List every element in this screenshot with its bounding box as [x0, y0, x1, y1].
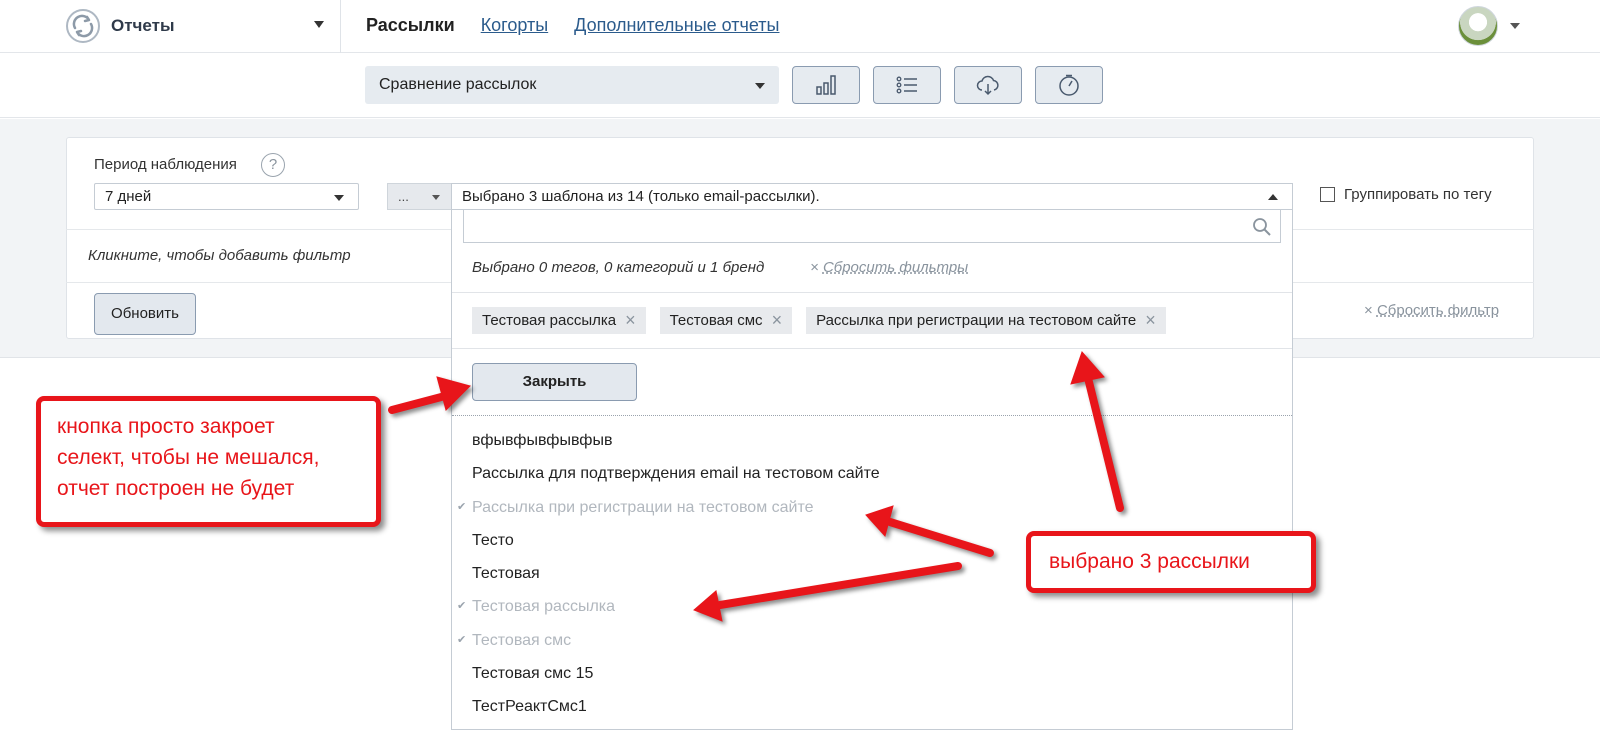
add-filter-link[interactable]: Кликните, чтобы добавить фильтр	[88, 247, 351, 264]
chevron-down-icon	[755, 83, 765, 89]
report-type-select[interactable]: Сравнение рассылок	[365, 66, 779, 104]
divider	[452, 292, 1292, 293]
divider	[66, 229, 451, 230]
selected-chip: Тестовая рассылка ×	[472, 307, 646, 334]
reset-filter-link[interactable]: × Сбросить фильтр	[1364, 302, 1499, 319]
checkbox-icon[interactable]	[1320, 187, 1335, 202]
option-item[interactable]: Рассылка для подтверждения email на тест…	[452, 457, 1292, 490]
table-view-button[interactable]	[873, 66, 941, 104]
nav-divider	[340, 0, 341, 53]
close-icon[interactable]: ×	[772, 311, 783, 329]
divider	[66, 282, 451, 283]
chart-view-button[interactable]	[792, 66, 860, 104]
filter-mode-value: ...	[398, 189, 409, 204]
option-label: Тесто	[472, 531, 514, 549]
cloud-download-icon	[976, 75, 999, 96]
update-button[interactable]: Обновить	[94, 293, 196, 335]
main-nav: Рассылки Когорты Дополнительные отчеты	[366, 15, 780, 36]
divider	[1293, 282, 1534, 283]
export-button[interactable]	[954, 66, 1022, 104]
annotation-line: селект, чтобы не мешался,	[57, 446, 320, 469]
period-select[interactable]: 7 дней	[94, 183, 359, 210]
reset-filters-label: Сбросить фильтры	[822, 259, 969, 276]
option-label: Рассылка для подтверждения email на тест…	[472, 465, 880, 483]
checkmark-icon: ✔	[457, 633, 467, 646]
group-by-tag-checkbox[interactable]: Группировать по тегу	[1320, 186, 1492, 203]
clock-icon	[1059, 74, 1079, 96]
divider	[452, 348, 1292, 349]
option-label: Тестовая	[472, 565, 540, 583]
chip-label: Тестовая рассылка	[482, 312, 617, 329]
schedule-button[interactable]	[1035, 66, 1103, 104]
option-label: Рассылка при регистрации на тестовом сай…	[472, 498, 814, 516]
chip-label: Тестовая смс	[669, 312, 763, 329]
checkmark-icon: ✔	[457, 600, 467, 613]
option-item[interactable]: ТестРеактСмс1	[452, 690, 1292, 723]
report-toolbar: Сравнение рассылок	[0, 54, 1600, 118]
selection-counts: Выбрано 0 тегов, 0 категорий и 1 бренд	[472, 259, 765, 276]
multiselect-search-input[interactable]	[463, 209, 1281, 243]
checkmark-icon: ✔	[457, 500, 467, 513]
annotation-line: отчет построен не будет	[57, 477, 295, 500]
reset-filter-label: Сбросить фильтр	[1376, 302, 1500, 319]
bar-chart-icon	[816, 75, 836, 95]
group-by-tag-label: Группировать по тегу	[1344, 186, 1492, 203]
mailing-multiselect[interactable]: Выбрано 3 шаблона из 14 (только email-ра…	[451, 183, 1293, 210]
nav-item-additional-reports[interactable]: Дополнительные отчеты	[574, 15, 779, 36]
period-label: Период наблюдения	[94, 156, 237, 173]
nav-item-cohorts[interactable]: Когорты	[481, 15, 548, 36]
option-item[interactable]: Тестовая смс 15	[452, 657, 1292, 690]
option-label: Тестовая смс 15	[472, 665, 594, 683]
annotation-selected-count: выбрано 3 рассылки	[1026, 531, 1316, 593]
search-icon	[1253, 218, 1271, 236]
brand[interactable]: Отчеты	[65, 6, 175, 46]
dotted-divider	[452, 415, 1292, 416]
option-label: ТестРеактСмс1	[472, 698, 587, 716]
period-value: 7 дней	[105, 188, 152, 205]
annotation-close-button-note: кнопка просто закроет селект, чтобы не м…	[36, 396, 381, 527]
option-item[interactable]: ✔ Тестовая смс	[452, 624, 1292, 657]
avatar[interactable]	[1458, 6, 1498, 46]
close-icon[interactable]: ×	[1145, 311, 1156, 329]
option-label: Тестовая рассылка	[472, 598, 616, 616]
multiselect-summary: Выбрано 3 шаблона из 14 (только email-ра…	[462, 188, 820, 205]
top-navigation: Отчеты Рассылки Когорты Дополнительные о…	[0, 0, 1600, 53]
nav-item-mailings[interactable]: Рассылки	[366, 15, 455, 36]
option-item[interactable]: ✔ Тестовая рассылка	[452, 590, 1292, 623]
chevron-down-icon	[334, 195, 344, 201]
arrow-to-close-button	[388, 392, 449, 414]
close-icon[interactable]: ×	[625, 311, 636, 329]
filter-mode-select[interactable]: ...	[387, 183, 453, 210]
app-title: Отчеты	[111, 16, 175, 35]
divider	[1293, 229, 1534, 230]
chevron-down-icon[interactable]	[314, 21, 324, 28]
app-logo-icon	[66, 9, 100, 43]
option-label: Тестовая смс	[472, 631, 572, 649]
option-label: вфывфывфывфыв	[472, 432, 613, 449]
annotation-line: кнопка просто закроет	[57, 415, 275, 438]
selected-chip: Тестовая смс ×	[659, 307, 793, 334]
chevron-down-icon	[432, 195, 440, 200]
chip-label: Рассылка при регистрации на тестовом сай…	[816, 312, 1137, 329]
option-item[interactable]: вфывфывфывфыв	[452, 424, 1292, 457]
report-type-value: Сравнение рассылок	[379, 76, 537, 93]
chevron-down-icon[interactable]	[1510, 23, 1520, 29]
selected-chip: Рассылка при регистрации на тестовом сай…	[806, 307, 1166, 334]
chevron-up-icon	[1268, 194, 1278, 200]
option-item[interactable]: ✔ Рассылка при регистрации на тестовом са…	[452, 491, 1292, 524]
list-icon	[896, 76, 917, 94]
close-button[interactable]: Закрыть	[472, 363, 637, 401]
reset-filters-link[interactable]: × Сбросить фильтры	[810, 259, 968, 276]
help-icon[interactable]: ?	[261, 153, 285, 177]
selected-chips: Тестовая рассылка × Тестовая смс × Рассылк…	[472, 307, 1166, 334]
